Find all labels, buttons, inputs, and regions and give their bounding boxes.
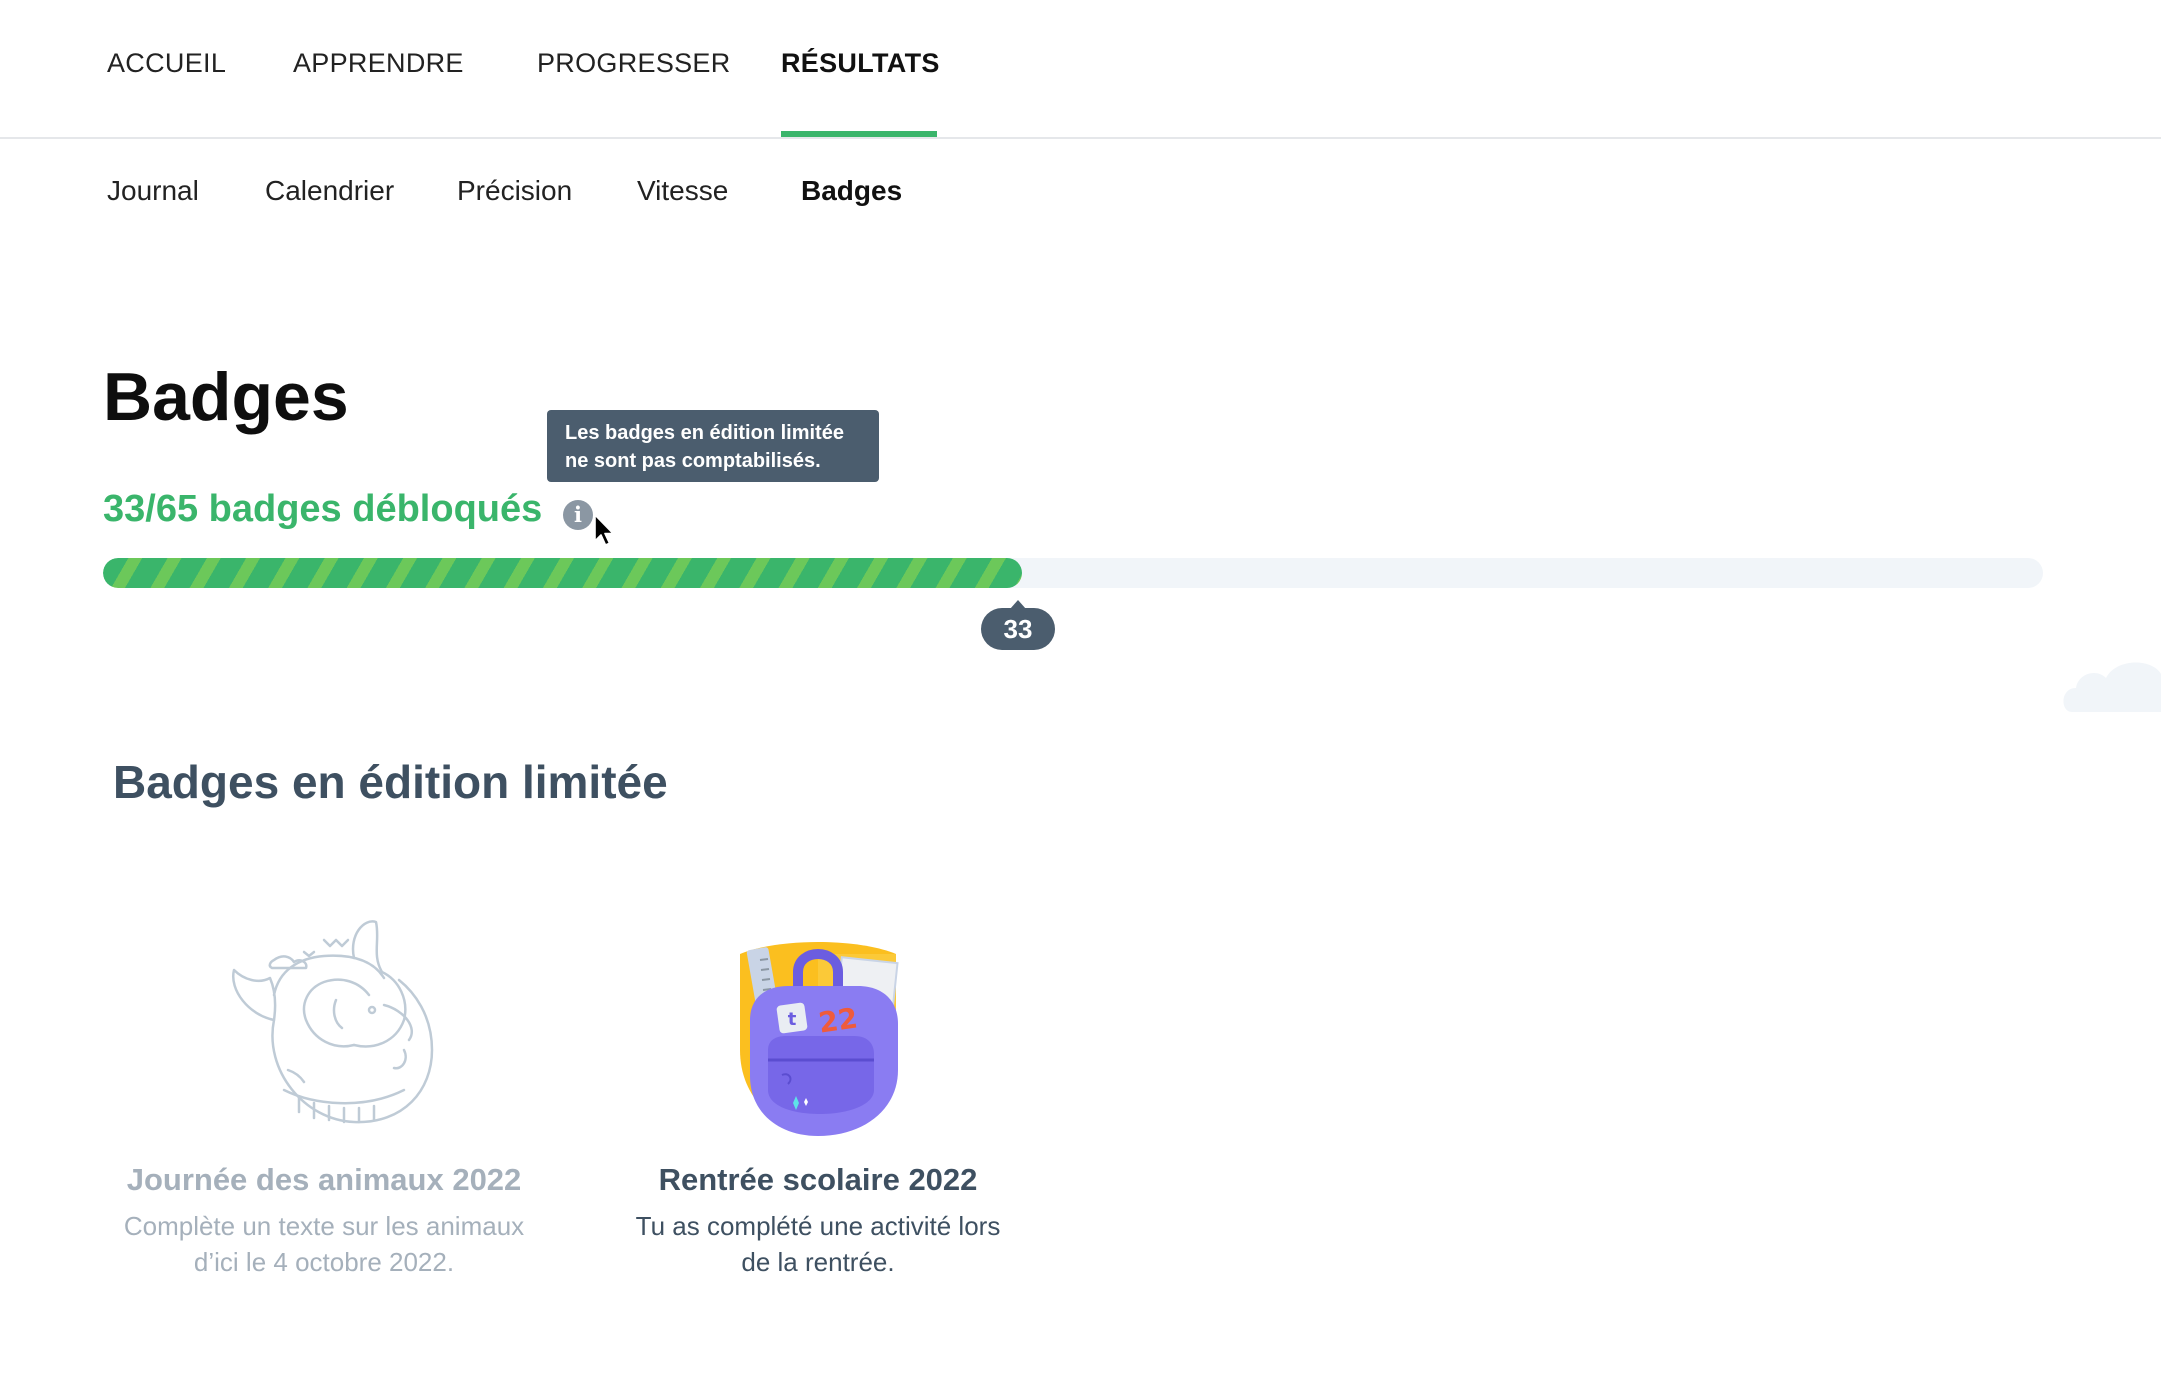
badge-description: Tu as complété une activité lors de la r… (588, 1208, 1048, 1280)
nav-progresser[interactable]: PROGRESSER (537, 48, 731, 79)
info-tooltip: Les badges en édition limitée ne sont pa… (547, 410, 879, 482)
badge-title: Rentrée scolaire 2022 (658, 1162, 978, 1197)
subnav-precision[interactable]: Précision (457, 175, 572, 207)
page-title: Badges (103, 359, 349, 435)
subnav-vitesse[interactable]: Vitesse (637, 175, 728, 207)
badge-card-rentree[interactable]: t 22 Rentrée scolaire 2022 Tu as complét… (588, 900, 1048, 1280)
badge-card-animaux[interactable]: Journée des animaux 2022 Complète un tex… (94, 900, 554, 1280)
top-navigation: ACCUEIL APPRENDRE PROGRESSER RÉSULTATS (0, 0, 2161, 139)
badge-description-line-2: de la rentrée. (741, 1247, 895, 1277)
tooltip-line-1: Les badges en édition limitée (565, 422, 844, 444)
badge-description-line-1: Complète un texte sur les animaux (123, 1211, 525, 1241)
tooltip-line-2: ne sont pas comptabilisés. (565, 450, 821, 472)
subnav-calendrier[interactable]: Calendrier (265, 175, 394, 207)
whale-elephant-badge-icon (231, 920, 434, 1124)
svg-text:t: t (788, 1009, 797, 1030)
badge-description-line-1: Tu as complété une activité lors (635, 1211, 1001, 1241)
badge-description-line-2: d’ici le 4 octobre 2022. (193, 1247, 455, 1277)
badges-progress-track (103, 558, 2043, 588)
subnav-journal[interactable]: Journal (107, 175, 199, 207)
nav-apprendre[interactable]: APPRENDRE (293, 48, 464, 79)
progress-marker: 33 (981, 600, 1055, 650)
cloud-decoration-icon (2063, 662, 2161, 712)
nav-accueil[interactable]: ACCUEIL (107, 48, 226, 79)
badges-progress-fill (103, 558, 1022, 588)
badge-description: Complète un texte sur les animaux d’ici … (94, 1208, 554, 1280)
svg-text:22: 22 (816, 1001, 859, 1039)
mouse-cursor-icon (594, 514, 614, 546)
limited-edition-heading: Badges en édition limitée (113, 756, 668, 808)
subnav-badges[interactable]: Badges (801, 175, 902, 207)
nav-resultats[interactable]: RÉSULTATS (781, 48, 940, 79)
active-tab-underline (781, 131, 937, 137)
badge-title: Journée des animaux 2022 (126, 1162, 522, 1197)
school-backpack-badge-icon: t 22 (740, 942, 899, 1136)
badges-unlocked-count: 33/65 badges débloqués (103, 488, 543, 530)
info-icon[interactable]: i (563, 500, 593, 530)
